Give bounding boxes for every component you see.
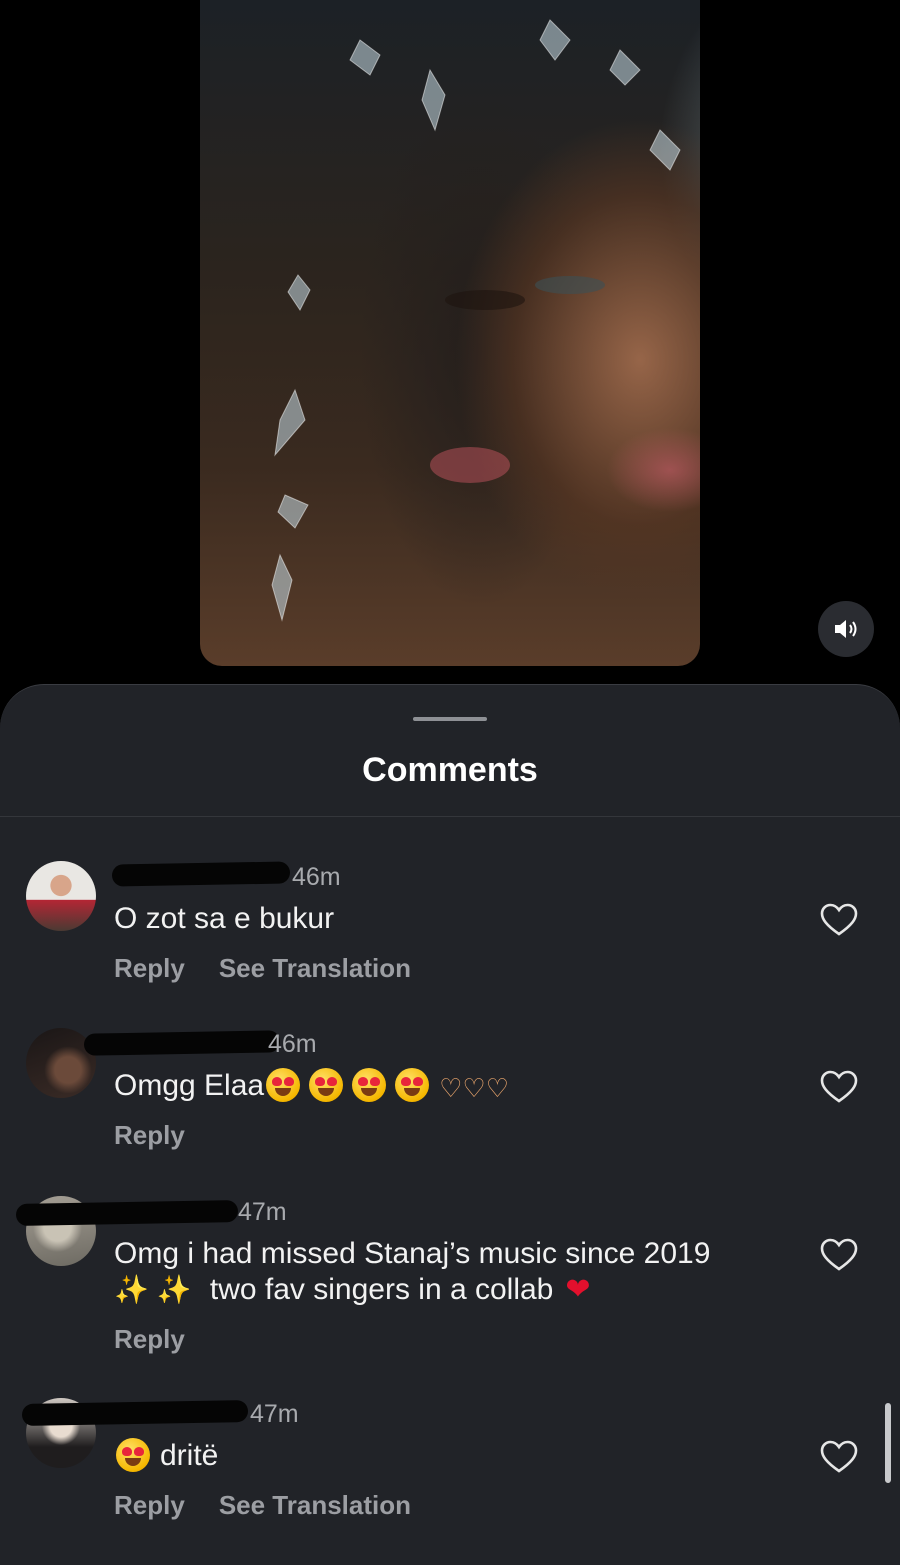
see-translation-button[interactable]: See Translation (219, 953, 411, 983)
username-redacted[interactable] (111, 861, 291, 887)
heart-eyes-emoji-icon (116, 1438, 150, 1472)
username-redacted[interactable] (83, 1030, 281, 1056)
heart-eyes-emoji-icon (309, 1068, 344, 1102)
reply-button[interactable]: Reply (114, 1490, 185, 1520)
video-player[interactable] (200, 0, 700, 666)
heart-eyes-emoji-icon (395, 1068, 430, 1102)
comment-actions: Reply See Translation (114, 1490, 445, 1521)
drag-handle[interactable] (413, 717, 487, 721)
heart-outline-icon[interactable] (820, 903, 858, 937)
comment-time: 47m (250, 1400, 299, 1428)
comment-text-body: Omgg Elaa (114, 1069, 265, 1102)
comment-text: dritë (114, 1438, 754, 1474)
comment-text-line: Omg i had missed Stanaj’s music since 20… (114, 1237, 711, 1270)
see-translation-button[interactable]: See Translation (219, 1490, 411, 1520)
reply-button[interactable]: Reply (114, 953, 185, 983)
comment-actions: Reply (114, 1324, 219, 1355)
scrollbar[interactable] (885, 1403, 891, 1483)
reply-button[interactable]: Reply (114, 1324, 185, 1354)
video-area[interactable] (0, 0, 900, 685)
heart-eyes-emoji-icon (266, 1068, 301, 1102)
sheet-title: Comments (362, 751, 538, 789)
red-heart-emoji-icon: ❤ (565, 1273, 591, 1306)
comment-actions: Reply (114, 1120, 219, 1151)
heart-eyes-emoji-icon (352, 1068, 387, 1102)
heart-outline-icon[interactable] (820, 1440, 858, 1474)
username-redacted[interactable] (21, 1400, 249, 1426)
sound-toggle-button[interactable] (818, 601, 874, 657)
comment-text: O zot sa e bukur (114, 902, 335, 935)
speaker-on-icon (835, 620, 857, 638)
comment-text: Omg i had missed Stanaj’s music since 20… (114, 1236, 754, 1308)
header-divider (0, 816, 900, 817)
heart-outline-icon[interactable] (820, 1070, 858, 1104)
comment-text-line: two fav singers in a collab (209, 1273, 554, 1306)
comment-time: 46m (268, 1030, 317, 1058)
comment-text-body: dritë (160, 1439, 219, 1472)
comment-text: Omgg Elaa ♡♡♡ (114, 1068, 754, 1106)
heart-hands-emoji-icon: ♡♡♡ (439, 1073, 510, 1103)
comment-actions: Reply See Translation (114, 953, 445, 984)
reply-button[interactable]: Reply (114, 1120, 185, 1150)
heart-outline-icon[interactable] (820, 1238, 858, 1272)
comments-sheet: Comments 46m O zot sa e bukur Reply See T… (0, 684, 900, 1565)
video-still-image (271, 19, 681, 622)
username-redacted[interactable] (15, 1200, 239, 1226)
comment-time: 47m (238, 1198, 287, 1226)
comment-time: 46m (292, 863, 341, 891)
avatar[interactable] (26, 861, 96, 931)
sparkles-emoji-icon: ✨ ✨ (114, 1274, 192, 1305)
